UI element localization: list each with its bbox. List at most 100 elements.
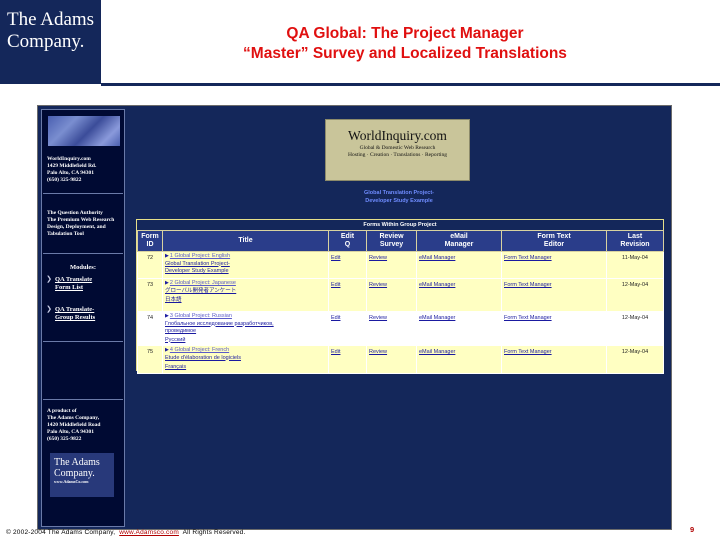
arrow-bullet-icon: ▶ [165,280,169,286]
arrow-bullet-icon: ❯ [46,276,52,283]
footer-copyright: © 2002-2004 The Adams Company, [6,529,116,536]
slide-title-line2: “Master” Survey and Localized Translatio… [243,45,567,62]
sidebar-link-label[interactable]: QA Translate Form List [55,276,92,292]
address-line: (650) 325-9822 [47,177,82,183]
column-header-form-id: Form ID [137,230,163,252]
form-language-link[interactable]: Français [165,364,186,372]
sidebar-product-of: A product of The Adams Company, 1420 Mid… [47,408,100,443]
tagline-line: Tabulation Tool [47,231,84,237]
product-line: 1420 Middlefield Road [47,422,101,428]
form-id-cell: 74 [137,311,163,346]
link-line: Form List [55,284,83,291]
logo-line1: The Adams [7,9,95,30]
table-row: 72 ▶1 Global Project: English Global Tra… [137,251,664,279]
form-title-text[interactable]: Global Translation Project- [165,261,230,269]
form-title-text[interactable]: Глобальное исследование разработчиков, [165,321,274,329]
sidebar-link-label[interactable]: QA Translate- Group Results [55,306,95,322]
product-line: The Adams Company, [47,415,100,421]
last-revision-cell: 12-May-04 [606,278,664,312]
email-manager-link[interactable]: eMail Manager [419,255,455,263]
arrow-bullet-icon: ▶ [165,253,169,259]
tagline-line: The Question Authority [47,210,103,216]
tagline-line: The Premium Web Research [47,217,115,223]
edit-link[interactable]: Edit [331,349,340,357]
review-link[interactable]: Review [369,349,387,357]
sidebar-address: WorldInquiry.com 1429 Middlefield Rd. Pa… [47,156,96,184]
link-line: QA Translate [55,276,93,283]
form-title-text[interactable]: グローバル開発者アンケート [165,288,236,296]
sidebar-modules-block: Modules: ❯ QA Translate Form List ❯ QA T… [43,254,123,342]
address-line: Palo Alto, CA 94301 [47,170,95,176]
form-id-cell: 72 [137,251,163,279]
form-title-text[interactable]: Etude d'élaboration de logiciels [165,355,241,363]
form-language-link[interactable]: Русский [165,337,185,345]
page-number: 9 [690,525,695,534]
edit-link[interactable]: Edit [331,282,340,290]
form-title-link[interactable]: 1 Global Project: English [170,253,230,261]
product-line: A product of [47,408,77,414]
review-link[interactable]: Review [369,282,387,290]
column-header-edit-q: Edit Q [328,230,367,252]
form-id-cell: 73 [137,278,163,312]
form-text-manager-link[interactable]: Form Text Manager [504,315,552,323]
sidebar-tagline: The Question Authority The Premium Web R… [47,210,114,238]
footer-rights: All Rights Reserved. [182,529,246,536]
banner-title: WorldInquiry.com [348,128,447,143]
table-row: 74 ▶3 Global Project: Russian Глобальное… [137,311,664,346]
form-language-link[interactable]: 日本語 [165,297,182,305]
sidebar: WorldInquiry.com 1429 Middlefield Rd. Pa… [41,109,125,527]
main-content: WorldInquiry.com Global & Domestic Web R… [134,109,667,527]
column-header-last-revision: Last Revision [606,230,664,252]
sidebar-tagline-block: The Question Authority The Premium Web R… [43,194,123,254]
sidebar-spacer [43,342,123,400]
sidebar-item-translate-form-list[interactable]: ❯ QA Translate Form List [43,276,123,292]
title-cell: ▶1 Global Project: English Global Transl… [162,251,329,279]
project-title: Global Translation Project- Developer St… [284,189,514,205]
arrow-bullet-icon: ▶ [165,347,169,353]
email-manager-link[interactable]: eMail Manager [419,315,455,323]
tagline-line: Design, Deployment, and [47,224,106,230]
modules-heading: Modules: [70,264,96,271]
arrow-bullet-icon: ▶ [165,313,169,319]
form-title-text[interactable]: Developer Study Example [165,268,229,276]
review-link[interactable]: Review [369,255,387,263]
form-text-manager-link[interactable]: Form Text Manager [504,282,552,290]
form-title-link[interactable]: 3 Global Project: Russian [170,313,232,321]
form-title-link[interactable]: 2 Global Project: Japanese [170,280,236,288]
form-text-manager-link[interactable]: Form Text Manager [504,349,552,357]
sidebar-item-translate-group-results[interactable]: ❯ QA Translate- Group Results [43,306,123,322]
review-link[interactable]: Review [369,315,387,323]
table-header-row: Form ID Title Edit Q Review Survey eMail Man… [137,230,664,252]
link-line: Group Results [55,314,96,321]
project-title-line2: Developer Study Example [365,198,433,204]
app-screenshot: WorldInquiry.com 1429 Middlefield Rd. Pa… [37,105,672,530]
address-line: 1429 Middlefield Rd. [47,163,97,169]
product-line: Palo Alto, CA 94301 [47,429,95,435]
slide-title: QA Global: The Project Manager “Master” … [130,24,680,64]
column-header-email-manager: eMail Manager [416,230,502,252]
globe-image-icon [48,116,120,146]
sidebar-company-logo[interactable]: The Adams Company. www.AdamsCo.com [50,453,114,497]
form-id-cell: 75 [137,345,163,374]
form-text-manager-link[interactable]: Form Text Manager [504,255,552,263]
sidebar-logo-line1: The Adams [54,457,100,468]
forms-caption: Forms Within Group Project [363,222,437,228]
email-manager-link[interactable]: eMail Manager [419,349,455,357]
edit-link[interactable]: Edit [331,255,340,263]
email-manager-link[interactable]: eMail Manager [419,282,455,290]
table-row: 73 ▶2 Global Project: Japanese グローバル開発者ア… [137,278,664,312]
slide-title-line1: QA Global: The Project Manager [286,25,524,42]
form-title-link[interactable]: 4 Global Project: French [170,347,229,355]
slide-footer: © 2002-2004 The Adams Company, www.Adams… [6,529,245,537]
forms-table: Form ID Title Edit Q Review Survey eMail Man… [137,230,664,374]
link-line: QA Translate- [55,306,95,313]
sidebar-logo-url: www.AdamsCo.com [54,479,89,484]
title-cell: ▶2 Global Project: Japanese グローバル開発者アンケー… [162,278,329,312]
column-header-form-text-editor: Form Text Editor [501,230,607,252]
form-title-text[interactable]: проведимое [165,328,196,336]
adams-company-logo: The Adams Company. [0,0,101,84]
footer-url-link[interactable]: www.Adamsco.com [119,529,179,536]
column-header-review-survey: Review Survey [366,230,417,252]
last-revision-cell: 12-May-04 [606,345,664,374]
edit-link[interactable]: Edit [331,315,340,323]
